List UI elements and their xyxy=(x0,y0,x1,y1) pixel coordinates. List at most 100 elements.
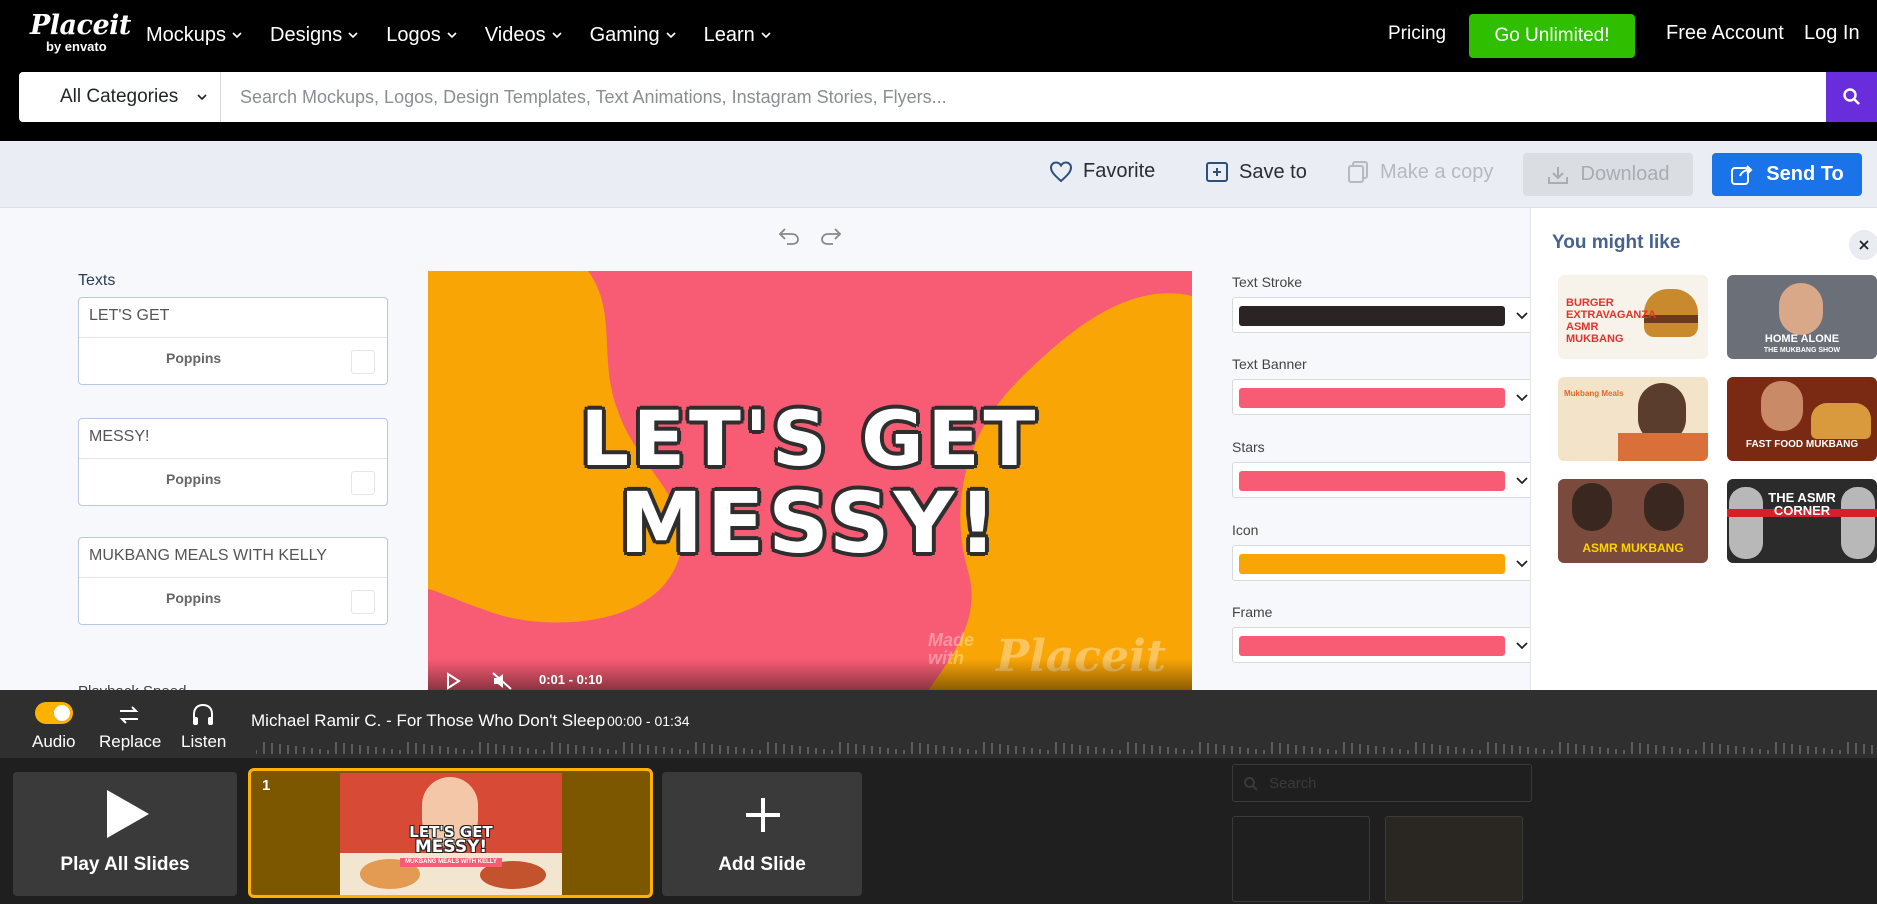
favorite-label: Favorite xyxy=(1083,160,1155,183)
editor-action-bar: Favorite Save to Make a copy Download Se… xyxy=(0,141,1877,208)
slides-bar: Play All Slides 1 LET'S GET MESSY! MUKBA… xyxy=(0,758,1877,904)
icon-color-select[interactable] xyxy=(1232,545,1532,581)
audio-waveform[interactable] xyxy=(256,740,1877,754)
chevron-down-icon xyxy=(552,30,562,40)
chevron-down-icon xyxy=(232,30,242,40)
ghost-card xyxy=(1232,816,1370,902)
nav-videos[interactable]: Videos xyxy=(485,24,562,47)
track-name: Michael Ramir C. - For Those Who Don't S… xyxy=(251,711,605,731)
make-copy-label: Make a copy xyxy=(1380,161,1493,184)
placeit-logo[interactable]: Placeit by envato xyxy=(30,12,131,54)
search-input[interactable] xyxy=(220,72,1826,122)
thumb-caption: FAST FOOD MUKBANG xyxy=(1727,439,1877,450)
play-icon xyxy=(103,788,151,840)
replace-icon[interactable] xyxy=(116,702,142,728)
font-select[interactable]: Poppins xyxy=(166,471,221,487)
redo-icon[interactable] xyxy=(819,226,843,246)
category-label: All Categories xyxy=(60,86,178,108)
text-color-swatch[interactable] xyxy=(351,471,375,495)
thumb-line-2: MESSY! xyxy=(340,839,562,856)
nav-designs[interactable]: Designs xyxy=(270,24,358,47)
play-icon[interactable] xyxy=(444,672,462,690)
stars-color-select[interactable] xyxy=(1232,462,1532,498)
undo-icon[interactable] xyxy=(777,226,801,246)
asmr-corner-thumb[interactable]: THE ASMR CORNER xyxy=(1727,479,1877,563)
search-button[interactable] xyxy=(1826,72,1877,122)
nav-label: Logos xyxy=(386,24,441,47)
listen-label[interactable]: Listen xyxy=(181,732,226,752)
headphones-icon[interactable] xyxy=(190,702,216,728)
burger-thumb[interactable]: BURGER EXTRAVAGANZA ASMR MUKBANG xyxy=(1558,275,1708,359)
chevron-down-icon xyxy=(196,91,208,103)
headline-line-1: LET'S GET xyxy=(428,399,1192,479)
text-color-swatch[interactable] xyxy=(351,590,375,614)
font-select[interactable]: Poppins xyxy=(166,350,221,366)
go-unlimited-button[interactable]: Go Unlimited! xyxy=(1469,14,1635,58)
nav-logos[interactable]: Logos xyxy=(386,24,457,47)
video-time: 0:01 - 0:10 xyxy=(539,672,603,687)
text-field-card: MUKBANG MEALS WITH KELLY Poppins xyxy=(78,537,388,625)
search-icon xyxy=(1243,776,1259,792)
nav-mockups[interactable]: Mockups xyxy=(146,24,242,47)
make-copy-button[interactable]: Make a copy xyxy=(1346,160,1493,184)
save-to-label: Save to xyxy=(1239,161,1307,184)
download-button[interactable]: Download xyxy=(1523,153,1693,196)
video-preview[interactable]: LET'S GET MESSY! Made with Placeit 0:01 … xyxy=(428,271,1192,691)
frame-color-select[interactable] xyxy=(1232,627,1532,663)
text-field-card: LET'S GET Poppins xyxy=(78,297,388,385)
suggestions-panel: You might like BURGER EXTRAVAGANZA ASMR … xyxy=(1530,208,1877,690)
mukbang-meals-thumb[interactable]: Mukbang Meals xyxy=(1558,377,1708,461)
text-field-input[interactable]: LET'S GET xyxy=(79,298,387,338)
thumb-caption: BURGER EXTRAVAGANZA ASMR MUKBANG xyxy=(1566,297,1652,345)
category-select[interactable]: All Categories xyxy=(19,72,220,122)
slide-thumbnail[interactable]: 1 LET'S GET MESSY! MUKBANG MEALS WITH KE… xyxy=(248,768,653,898)
thumb-caption: THE ASMR CORNER xyxy=(1767,491,1837,517)
audio-toggle[interactable] xyxy=(35,702,73,724)
copy-icon xyxy=(1346,160,1370,184)
add-slide-button[interactable]: Add Slide xyxy=(662,772,862,896)
asmr-mukbang-thumb[interactable]: ASMR MUKBANG xyxy=(1558,479,1708,563)
chevron-down-icon xyxy=(1515,559,1529,569)
text-field-input[interactable]: MUKBANG MEALS WITH KELLY xyxy=(79,538,387,578)
suggestions-title: You might like xyxy=(1552,232,1680,254)
replace-label[interactable]: Replace xyxy=(99,732,161,752)
thumb-subcaption: THE MUKBANG SHOW xyxy=(1727,347,1877,354)
nav-learn[interactable]: Learn xyxy=(704,24,771,47)
chevron-down-icon xyxy=(1515,476,1529,486)
save-to-button[interactable]: Save to xyxy=(1205,160,1307,184)
send-to-label: Send To xyxy=(1766,163,1843,186)
audio-label: Audio xyxy=(32,732,75,752)
chevron-down-icon xyxy=(761,30,771,40)
main-menu: Mockups Designs Logos Videos Gaming Lear… xyxy=(146,0,771,70)
logo-wordmark: Placeit xyxy=(30,12,131,40)
audio-bar: Audio Replace Listen Michael Ramir C. - … xyxy=(0,690,1877,758)
close-icon xyxy=(1858,239,1870,251)
home-alone-thumb[interactable]: HOME ALONE THE MUKBANG SHOW xyxy=(1727,275,1877,359)
stars-label: Stars xyxy=(1232,439,1265,455)
search-icon xyxy=(1842,87,1862,107)
mute-icon[interactable] xyxy=(491,671,513,691)
pricing-link[interactable]: Pricing xyxy=(1388,23,1446,45)
text-banner-label: Text Banner xyxy=(1232,356,1307,372)
chevron-down-icon xyxy=(1515,641,1529,651)
fast-food-thumb[interactable]: FAST FOOD MUKBANG xyxy=(1727,377,1877,461)
chevron-down-icon xyxy=(447,30,457,40)
logo-sub: by envato xyxy=(46,40,131,54)
ghost-search-placeholder: Search xyxy=(1269,775,1317,792)
font-select[interactable]: Poppins xyxy=(166,590,221,606)
favorite-button[interactable]: Favorite xyxy=(1049,160,1155,183)
close-button[interactable] xyxy=(1849,230,1877,260)
text-field-input[interactable]: MESSY! xyxy=(79,419,387,459)
chevron-down-icon xyxy=(1515,393,1529,403)
nav-label: Gaming xyxy=(590,24,660,47)
play-all-slides-button[interactable]: Play All Slides xyxy=(13,772,237,896)
free-account-link[interactable]: Free Account xyxy=(1666,22,1784,45)
thumb-caption: HOME ALONE xyxy=(1727,333,1877,345)
text-stroke-color-select[interactable] xyxy=(1232,297,1532,333)
login-link[interactable]: Log In xyxy=(1804,22,1860,45)
text-color-swatch[interactable] xyxy=(351,350,375,374)
text-banner-color-select[interactable] xyxy=(1232,379,1532,415)
folder-plus-icon xyxy=(1205,160,1229,184)
nav-gaming[interactable]: Gaming xyxy=(590,24,676,47)
send-to-button[interactable]: Send To xyxy=(1712,153,1862,196)
